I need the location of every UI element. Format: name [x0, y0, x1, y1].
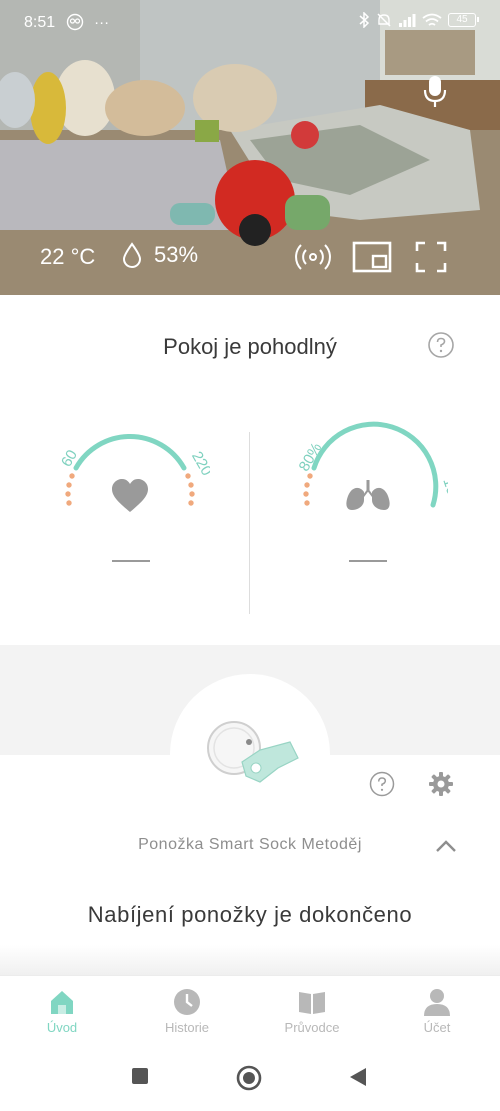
battery-indicator: 45 — [448, 13, 479, 27]
nav-item-guide[interactable]: Průvodce — [262, 988, 362, 1035]
sock-name-label[interactable]: Ponožka Smart Sock Metoděj — [0, 836, 500, 854]
fullscreen-icon[interactable] — [415, 240, 447, 274]
nav-label-home: Úvod — [46, 1020, 78, 1035]
home-circle-icon[interactable] — [236, 1065, 262, 1091]
status-time: 8:51 — [24, 14, 56, 31]
nav-item-history[interactable]: Historie — [137, 988, 237, 1035]
camera-overlay: 22 °C 53% — [0, 230, 500, 285]
heart-icon — [112, 479, 148, 512]
oxygen-gauge: 80% 100% — [296, 421, 448, 518]
nav-item-account[interactable]: Účet — [387, 988, 487, 1035]
book-icon — [299, 992, 325, 1014]
nav-label-account: Účet — [423, 1020, 451, 1035]
oxygen-max-label: 100% — [439, 476, 448, 518]
home-icon — [51, 991, 73, 1014]
bottom-navigation: Úvod Historie Průvodce Účet — [0, 975, 500, 1047]
recents-square-icon[interactable] — [131, 1067, 149, 1085]
status-bar: 8:51 ··· 45 — [0, 0, 500, 46]
bluetooth-icon — [359, 12, 370, 28]
camera-feed[interactable]: 8:51 ··· 45 22 °C 53% — [0, 0, 500, 295]
microphone-icon[interactable] — [420, 72, 450, 112]
user-icon — [424, 989, 450, 1016]
sock-status-text: Nabíjení ponožky je dokončeno — [87, 902, 413, 927]
nav-item-home[interactable]: Úvod — [12, 988, 112, 1035]
more-notifications-icon: ··· — [94, 13, 110, 31]
humidity-value: 53% — [154, 242, 199, 267]
clock-icon — [174, 989, 200, 1015]
picture-in-picture-icon[interactable] — [352, 240, 392, 274]
sock-settings-gear-icon[interactable] — [428, 771, 454, 797]
owlet-notification-icon — [66, 13, 84, 31]
wifi-icon — [422, 13, 442, 26]
status-right-icons: 45 — [358, 12, 479, 28]
room-status-title: Pokoj je pohodlný — [163, 334, 337, 359]
system-navigation-bar — [0, 1047, 500, 1111]
status-left-icons: ··· — [66, 13, 109, 31]
sock-help-icon[interactable] — [369, 771, 395, 797]
mute-icon — [377, 13, 391, 27]
vitals-divider — [249, 432, 250, 614]
nav-label-guide: Průvodce — [284, 1020, 340, 1035]
content-fade — [0, 945, 500, 975]
humidity-readout: 53% — [122, 242, 198, 268]
lungs-icon — [346, 480, 390, 510]
smart-sock-image — [207, 721, 299, 783]
droplet-icon — [122, 242, 142, 268]
signal-icon — [399, 14, 416, 27]
chevron-up-icon[interactable] — [434, 836, 458, 856]
temperature-readout: 22 °C — [40, 244, 96, 269]
back-triangle-icon[interactable] — [349, 1067, 367, 1087]
room-help-icon[interactable] — [427, 331, 455, 359]
heart-max-label: 220 — [188, 449, 210, 479]
broadcast-icon[interactable] — [294, 240, 332, 274]
heart-rate-value — [112, 560, 150, 562]
oxygen-value — [349, 560, 387, 562]
vitals-panel: 60 220 80% 100% — [0, 420, 500, 620]
nav-label-history: Historie — [164, 1020, 210, 1035]
heart-rate-gauge: 60 220 — [58, 433, 210, 512]
